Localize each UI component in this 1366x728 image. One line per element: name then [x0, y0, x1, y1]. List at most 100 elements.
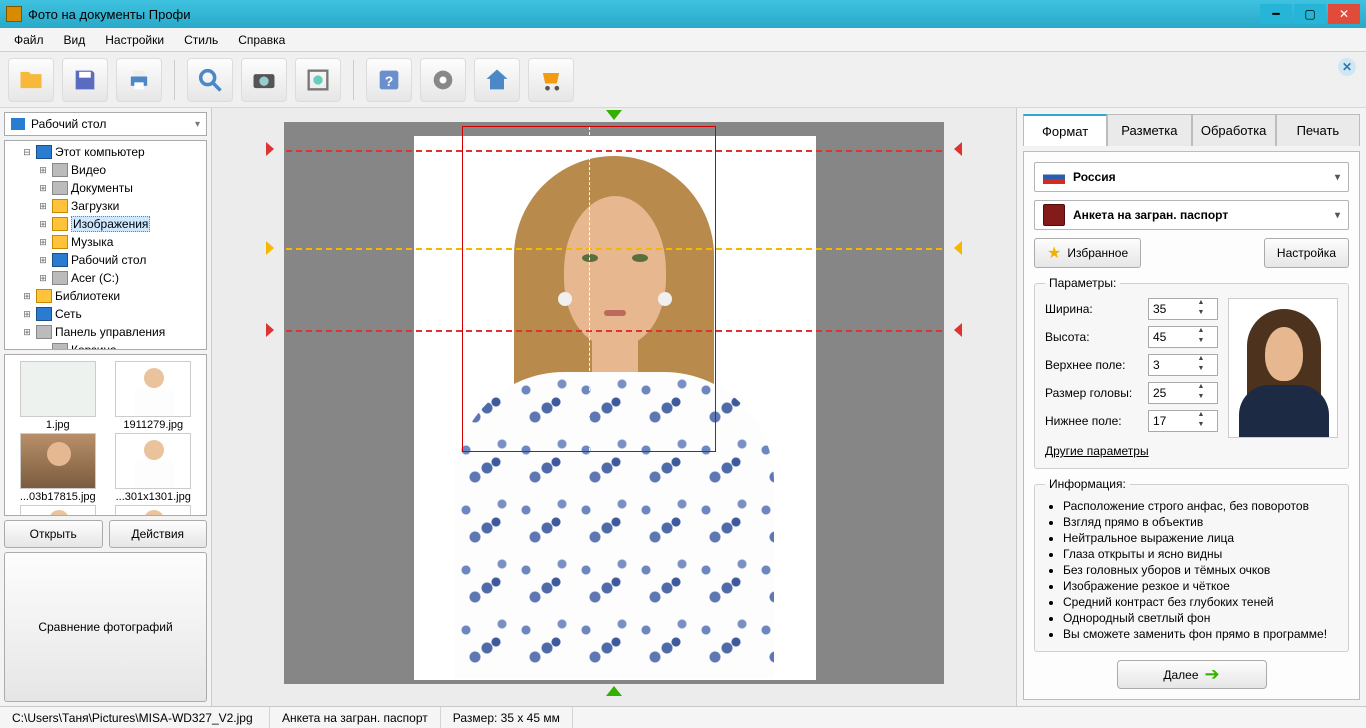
top-guide-line[interactable]	[286, 150, 942, 152]
tab-разметка[interactable]: Разметка	[1107, 114, 1191, 146]
menubar: ФайлВидНастройкиСтильСправка	[0, 28, 1366, 52]
thumbnail-grid[interactable]: 1.jpg1911279.jpg...03b17815.jpg...301x13…	[4, 354, 207, 516]
home-icon[interactable]	[474, 58, 520, 102]
tree-node[interactable]: ⊞Изображения	[5, 215, 206, 233]
thumbnail[interactable]: ...301x1301.jpg	[107, 433, 201, 503]
minimize-button[interactable]: ━	[1260, 4, 1292, 24]
view-icon[interactable]	[187, 58, 233, 102]
param-input[interactable]	[1149, 330, 1193, 344]
left-red-arrow-bot[interactable]	[266, 323, 274, 337]
thumbnail[interactable]: ...WD26_V1.jpg	[107, 505, 201, 516]
spin-down-icon[interactable]: ▼	[1193, 365, 1209, 375]
thumbnail[interactable]: ...03b17815.jpg	[11, 433, 105, 503]
info-fieldset: Информация: Расположение строго анфас, б…	[1034, 477, 1349, 652]
menu-справка[interactable]: Справка	[228, 31, 295, 49]
maximize-button[interactable]: ▢	[1294, 4, 1326, 24]
eye-guide-line[interactable]	[286, 248, 942, 250]
compare-button[interactable]: Сравнение фотографий	[4, 552, 207, 702]
chevron-down-icon: ▾	[1335, 210, 1340, 221]
country-select[interactable]: Россия ▾	[1034, 162, 1349, 192]
menu-стиль[interactable]: Стиль	[174, 31, 228, 49]
left-yellow-arrow[interactable]	[266, 241, 274, 255]
thumbnail[interactable]: 9-h-13.jpg	[11, 505, 105, 516]
status-doc: Анкета на загран. паспорт	[270, 707, 441, 728]
preview-photo	[1228, 298, 1338, 438]
tree-node[interactable]: ⊟Этот компьютер	[5, 143, 206, 161]
info-item: Изображение резкое и чёткое	[1063, 579, 1338, 593]
tree-node[interactable]: ⊞Панель управления	[5, 323, 206, 341]
folder-tree[interactable]: ⊟Этот компьютер⊞Видео⊞Документы⊞Загрузки…	[4, 140, 207, 350]
actions-button[interactable]: Действия	[109, 520, 208, 548]
spin-down-icon[interactable]: ▼	[1193, 393, 1209, 403]
print-icon[interactable]	[116, 58, 162, 102]
param-spinner[interactable]: ▲▼	[1148, 354, 1218, 376]
bottom-arrow-icon[interactable]	[606, 686, 622, 696]
tree-node[interactable]: ⊞Рабочий стол	[5, 251, 206, 269]
close-button[interactable]: ✕	[1328, 4, 1360, 24]
param-input[interactable]	[1149, 414, 1193, 428]
spin-down-icon[interactable]: ▼	[1193, 309, 1209, 319]
spin-up-icon[interactable]: ▲	[1193, 383, 1209, 393]
more-params-link[interactable]: Другие параметры	[1045, 444, 1149, 458]
top-arrow-icon[interactable]	[606, 110, 622, 120]
menu-настройки[interactable]: Настройки	[95, 31, 174, 49]
tree-node[interactable]: ⊞Acer (C:)	[5, 269, 206, 287]
effects-icon[interactable]	[420, 58, 466, 102]
param-row: Ширина:▲▼	[1045, 298, 1218, 320]
tab-обработка[interactable]: Обработка	[1192, 114, 1276, 146]
desktop-icon	[11, 118, 25, 130]
param-spinner[interactable]: ▲▼	[1148, 298, 1218, 320]
open-button[interactable]: Открыть	[4, 520, 103, 548]
tree-node[interactable]: Корзина	[5, 341, 206, 350]
bottom-guide-line[interactable]	[286, 330, 942, 332]
tab-формат[interactable]: Формат	[1023, 114, 1107, 146]
country-label: Россия	[1073, 170, 1116, 184]
tree-node[interactable]: ⊞Документы	[5, 179, 206, 197]
param-input[interactable]	[1149, 302, 1193, 316]
param-spinner[interactable]: ▲▼	[1148, 326, 1218, 348]
spin-up-icon[interactable]: ▲	[1193, 411, 1209, 421]
tab-печать[interactable]: Печать	[1276, 114, 1360, 146]
spin-down-icon[interactable]: ▼	[1193, 421, 1209, 431]
param-spinner[interactable]: ▲▼	[1148, 410, 1218, 432]
info-item: Однородный светлый фон	[1063, 611, 1338, 625]
chevron-down-icon: ▾	[1335, 172, 1340, 183]
cart-icon[interactable]	[528, 58, 574, 102]
tree-node[interactable]: ⊞Музыка	[5, 233, 206, 251]
right-red-arrow-bot[interactable]	[954, 323, 962, 337]
param-input[interactable]	[1149, 386, 1193, 400]
tree-node[interactable]: ⊞Сеть	[5, 305, 206, 323]
tree-node[interactable]: ⊞Видео	[5, 161, 206, 179]
info-item: Глаза открыты и ясно видны	[1063, 547, 1338, 561]
camera-icon[interactable]	[241, 58, 287, 102]
right-red-arrow-top[interactable]	[954, 142, 962, 156]
actions-button-label: Действия	[131, 527, 184, 541]
save-icon[interactable]	[62, 58, 108, 102]
panel-close-icon[interactable]: ✕	[1338, 58, 1356, 76]
open-icon[interactable]	[8, 58, 54, 102]
crop-icon[interactable]	[295, 58, 341, 102]
left-panel: Рабочий стол ▾ ⊟Этот компьютер⊞Видео⊞Док…	[0, 108, 212, 706]
doc-settings-button[interactable]: Настройка	[1264, 238, 1349, 268]
menu-файл[interactable]: Файл	[4, 31, 54, 49]
next-button[interactable]: Далее ➔	[1117, 660, 1267, 689]
spin-up-icon[interactable]: ▲	[1193, 299, 1209, 309]
favorites-button[interactable]: ★ Избранное	[1034, 238, 1141, 268]
location-dropdown[interactable]: Рабочий стол ▾	[4, 112, 207, 136]
param-input[interactable]	[1149, 358, 1193, 372]
help-icon[interactable]: ?	[366, 58, 412, 102]
spin-up-icon[interactable]: ▲	[1193, 327, 1209, 337]
spin-down-icon[interactable]: ▼	[1193, 337, 1209, 347]
photo-canvas[interactable]	[284, 122, 944, 684]
spin-up-icon[interactable]: ▲	[1193, 355, 1209, 365]
tree-node[interactable]: ⊞Библиотеки	[5, 287, 206, 305]
menu-вид[interactable]: Вид	[54, 31, 96, 49]
document-type-select[interactable]: Анкета на загран. паспорт ▾	[1034, 200, 1349, 230]
left-red-arrow-top[interactable]	[266, 142, 274, 156]
right-yellow-arrow[interactable]	[954, 241, 962, 255]
thumbnail[interactable]: 1.jpg	[11, 361, 105, 431]
tree-node[interactable]: ⊞Загрузки	[5, 197, 206, 215]
param-spinner[interactable]: ▲▼	[1148, 382, 1218, 404]
thumbnail[interactable]: 1911279.jpg	[107, 361, 201, 431]
info-item: Вы сможете заменить фон прямо в программ…	[1063, 627, 1338, 641]
